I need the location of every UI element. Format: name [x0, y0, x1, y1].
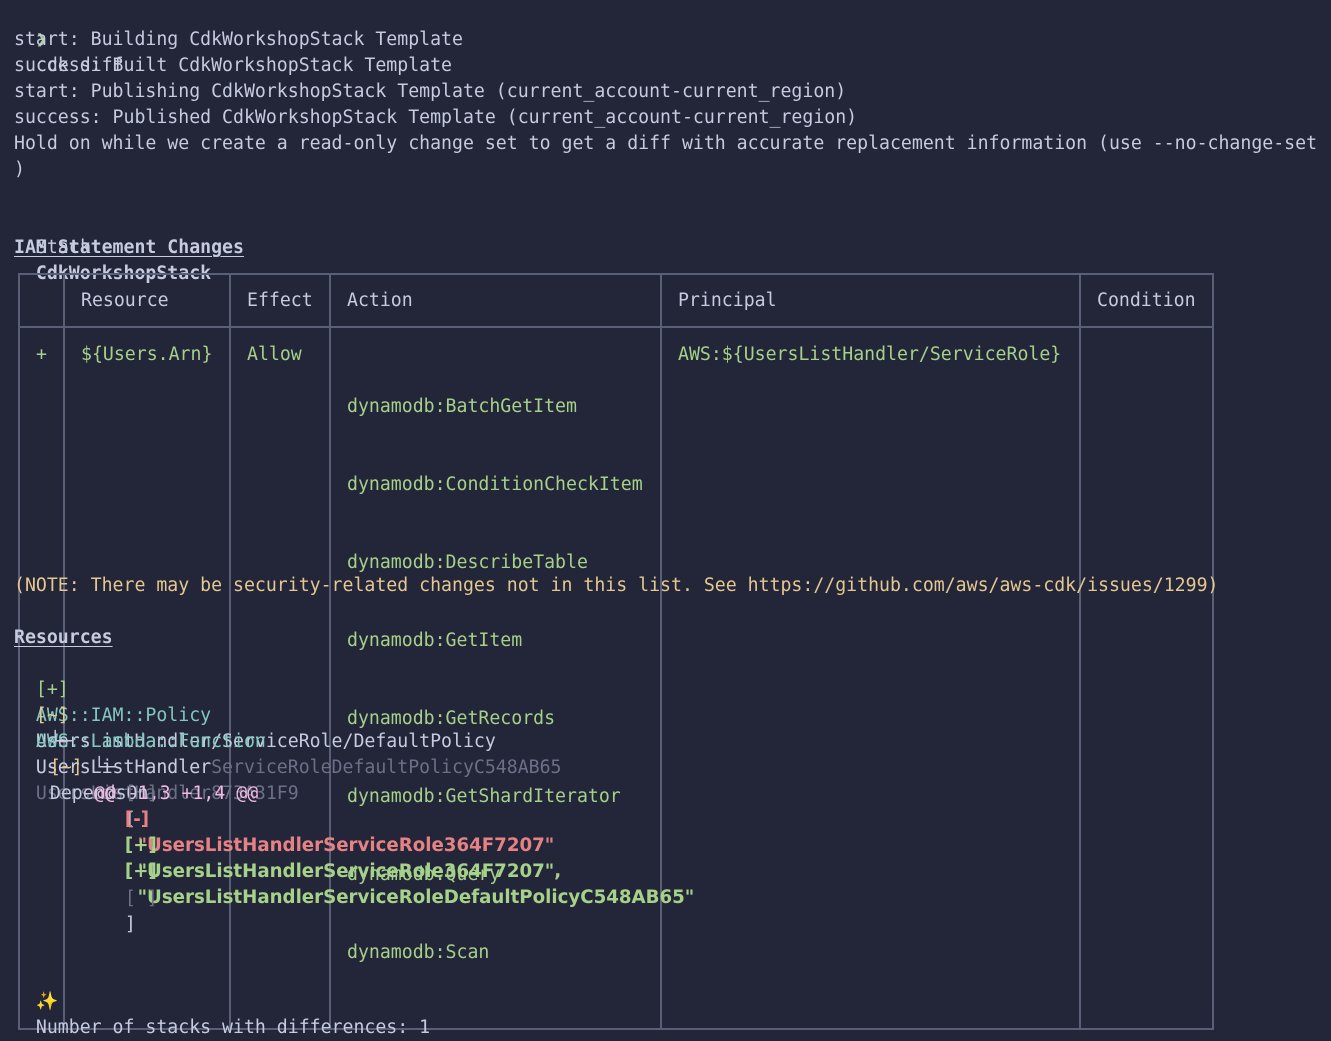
table-header [18, 273, 65, 328]
stack-line: Stack CdkWorkshopStack [14, 209, 211, 284]
diff-line: [-] "UsersListHandlerServiceRole364F7207… [103, 781, 554, 856]
table-header: Effect [229, 273, 331, 328]
depends-on-line: └─ [~] DependsOn [28, 703, 149, 804]
sparkles-icon: ✨ [35, 991, 59, 1012]
diff-marker: [ ] [124, 888, 158, 909]
diff-line: [ ] [ [103, 755, 158, 830]
diff-line: [+] "UsersListHandlerServiceRoleDefaultP… [103, 833, 694, 908]
row-principal: AWS:${UsersListHandler/ServiceRole} [660, 326, 1081, 1030]
log-line: success: Built CdkWorkshopStack Template [14, 55, 452, 76]
resource-row: [~] AWS::Lambda::Function UsersListHandl… [14, 677, 299, 804]
resource-row: [+] AWS::IAM::Policy UsersListHandler/Se… [14, 651, 562, 778]
log-line: success: Published CdkWorkshopStack Temp… [14, 107, 858, 128]
row-condition [1079, 326, 1214, 1030]
diff-text: "UsersListHandlerServiceRole364F7207", [124, 861, 562, 882]
security-note: (NOTE: There may be security-related cha… [14, 575, 1219, 596]
log-line: ) [14, 159, 25, 180]
log-line: Hold on while we create a read-only chan… [14, 133, 1318, 154]
action-item: dynamodb:ConditionCheckItem [347, 474, 643, 495]
iam-heading: IAM Statement Changes [14, 237, 244, 258]
table-header: Resource [63, 273, 231, 328]
log-line: start: Building CdkWorkshopStack Templat… [14, 29, 463, 50]
table-header: Principal [660, 273, 1081, 328]
prompt-line: ❯ cdk diff [14, 1, 124, 76]
table-header-row: Resource Effect Action Principal Conditi… [18, 273, 1214, 328]
row-actions: dynamodb:BatchGetItem dynamodb:Condition… [329, 326, 662, 1030]
diff-text: "UsersListHandlerServiceRoleDefaultPolic… [124, 887, 695, 908]
summary-text: Number of stacks with differences: 1 [35, 1017, 431, 1038]
hunk-line: └─ @@ -1,3 +1,4 @@ [72, 729, 258, 804]
diff-line: [+] "UsersListHandlerServiceRole364F7207… [103, 807, 561, 882]
diff-text: ] [124, 914, 136, 935]
diff-line: [ ] ] [103, 860, 158, 935]
tree-branch-icon: └─ [49, 731, 72, 752]
summary-line: ✨ Number of stacks with differences: 1 [14, 963, 430, 1038]
resources-heading: Resources [14, 627, 113, 648]
table-header: Condition [1079, 273, 1214, 328]
table-header: Action [329, 273, 662, 328]
log-line: start: Publishing CdkWorkshopStack Templ… [14, 81, 847, 102]
action-item: dynamodb:BatchGetItem [347, 396, 577, 417]
